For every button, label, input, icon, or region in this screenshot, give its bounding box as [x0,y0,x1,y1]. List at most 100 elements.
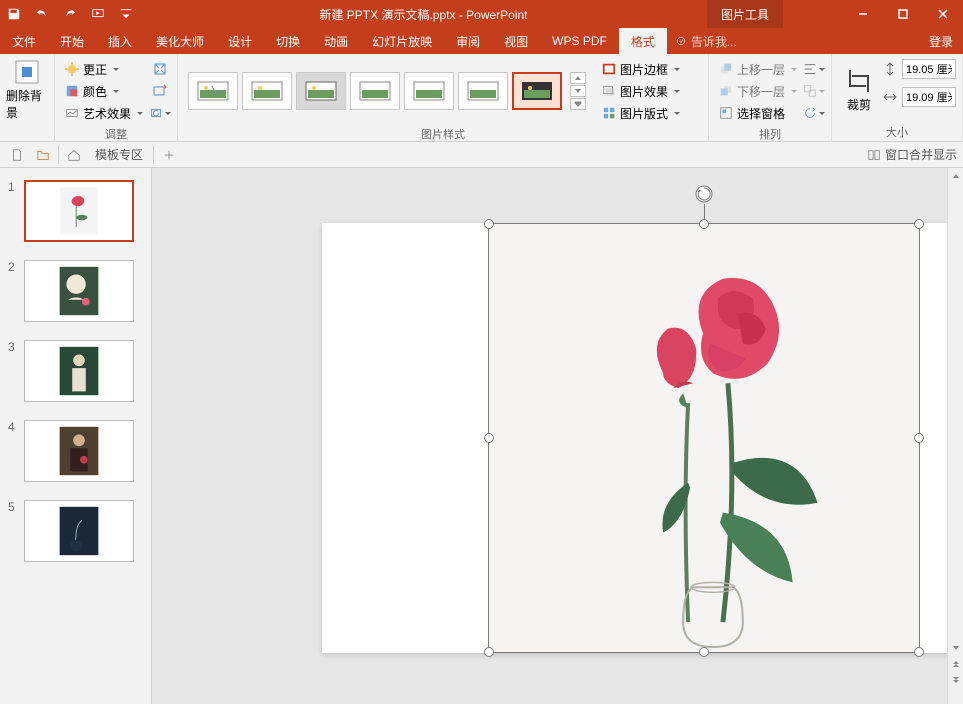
corrections-button[interactable]: 更正 [61,58,147,80]
group-remove-background: 删除背景 [0,54,55,142]
width-input[interactable] [902,87,956,107]
style-thumb-7[interactable] [512,72,562,110]
remove-background-label: 删除背景 [6,87,48,121]
picture-border-button[interactable]: 图片边框 [598,58,684,80]
window-merge-icon [867,148,881,162]
resize-handle-b[interactable] [699,647,709,657]
tab-animations[interactable]: 动画 [312,28,360,54]
style-thumb-5[interactable] [404,72,454,110]
add-tab-button[interactable] [158,144,180,166]
resize-handle-t[interactable] [699,219,709,229]
next-slide-button[interactable] [948,672,963,688]
tab-transitions[interactable]: 切换 [264,28,312,54]
style-thumb-2[interactable] [242,72,292,110]
redo-button[interactable] [56,0,84,28]
start-from-beginning-button[interactable] [84,0,112,28]
vertical-scrollbar[interactable] [947,168,963,704]
crop-label: 裁剪 [847,96,871,113]
slide-canvas[interactable] [152,168,963,704]
secondary-bar: 模板专区 窗口合并显示 [0,142,963,168]
home-icon[interactable] [63,144,85,166]
minimize-button[interactable] [843,0,883,28]
group-button[interactable] [803,80,825,102]
gallery-more[interactable] [570,98,586,110]
resize-handle-tl[interactable] [484,219,494,229]
save-button[interactable] [0,0,28,28]
scroll-up-button[interactable] [948,168,963,184]
thumb-item[interactable]: 1 [8,180,143,242]
tell-me-search[interactable]: 告诉我... [675,33,737,50]
ribbon: 删除背景 更正 颜色 艺术效果 调整 [0,54,963,142]
thumb-slide-3[interactable] [24,340,134,402]
tab-view[interactable]: 视图 [492,28,540,54]
tab-format[interactable]: 格式 [619,28,667,54]
prev-slide-button[interactable] [948,656,963,672]
align-button[interactable] [803,58,825,80]
thumb-slide-1[interactable] [24,180,134,242]
artistic-effects-button[interactable]: 艺术效果 [61,102,147,124]
thumb-item[interactable]: 5 [8,500,143,562]
resize-handle-r[interactable] [914,433,924,443]
crop-button[interactable]: 裁剪 [838,58,880,122]
rotate-button[interactable] [803,102,825,124]
tab-file[interactable]: 文件 [0,28,48,54]
color-button[interactable]: 颜色 [61,80,147,102]
window-merge-label[interactable]: 窗口合并显示 [885,146,957,163]
resize-handle-br[interactable] [914,647,924,657]
thumb-item[interactable]: 4 [8,420,143,482]
picture-layout-button[interactable]: 图片版式 [598,102,684,124]
resize-handle-tr[interactable] [914,219,924,229]
width-row [882,86,956,108]
tab-wpspdf[interactable]: WPS PDF [540,28,619,54]
picture-effects-button[interactable]: 图片效果 [598,80,684,102]
gallery-scroll-up[interactable] [570,72,586,84]
thumb-item[interactable]: 2 [8,260,143,322]
resize-handle-bl[interactable] [484,647,494,657]
rotation-handle[interactable] [694,184,714,204]
login-button[interactable]: 登录 [919,33,963,50]
change-picture-button[interactable] [149,80,171,102]
folder-icon[interactable] [32,144,54,166]
slide-thumbnail-panel: 1 2 3 4 5 [0,168,152,704]
tab-slideshow[interactable]: 幻灯片放映 [360,28,444,54]
style-thumb-6[interactable] [458,72,508,110]
undo-button[interactable] [28,0,56,28]
tab-design[interactable]: 设计 [216,28,264,54]
resize-handle-l[interactable] [484,433,494,443]
selected-picture[interactable] [488,223,920,653]
style-thumb-1[interactable] [188,72,238,110]
tab-insert[interactable]: 插入 [96,28,144,54]
picture-styles-group-label: 图片样式 [184,124,702,142]
picture-tools-contextual-tab[interactable]: 图片工具 [707,0,783,28]
send-backward-button[interactable]: 下移一层 [715,80,801,102]
group-arrange: 上移一层 下移一层 选择窗格 排列 [709,54,832,142]
qa-customize-button[interactable] [112,0,140,28]
height-row [882,58,956,80]
scroll-down-button[interactable] [948,640,963,656]
tab-review[interactable]: 审阅 [444,28,492,54]
reset-picture-button[interactable] [149,102,171,124]
document-title: 新建 PPTX 演示文稿.pptx - PowerPoint [140,6,707,23]
thumb-slide-2[interactable] [24,260,134,322]
style-thumb-3[interactable] [296,72,346,110]
template-zone-button[interactable]: 模板专区 [89,146,149,163]
thumb-slide-5[interactable] [24,500,134,562]
remove-background-button[interactable]: 删除背景 [6,58,48,122]
tab-beautify[interactable]: 美化大师 [144,28,216,54]
thumb-slide-4[interactable] [24,420,134,482]
selection-pane-button[interactable]: 选择窗格 [715,102,801,124]
new-file-icon[interactable] [6,144,28,166]
compress-pictures-button[interactable] [149,58,171,80]
picture-style-gallery [184,68,590,114]
style-thumb-4[interactable] [350,72,400,110]
bring-forward-button[interactable]: 上移一层 [715,58,801,80]
height-icon [882,61,898,77]
thumb-item[interactable]: 3 [8,340,143,402]
close-button[interactable] [923,0,963,28]
maximize-button[interactable] [883,0,923,28]
tab-home[interactable]: 开始 [48,28,96,54]
arrange-group-label: 排列 [715,124,825,142]
height-input[interactable] [902,59,956,79]
gallery-scroll-down[interactable] [570,85,586,97]
titlebar: 新建 PPTX 演示文稿.pptx - PowerPoint 图片工具 [0,0,963,28]
